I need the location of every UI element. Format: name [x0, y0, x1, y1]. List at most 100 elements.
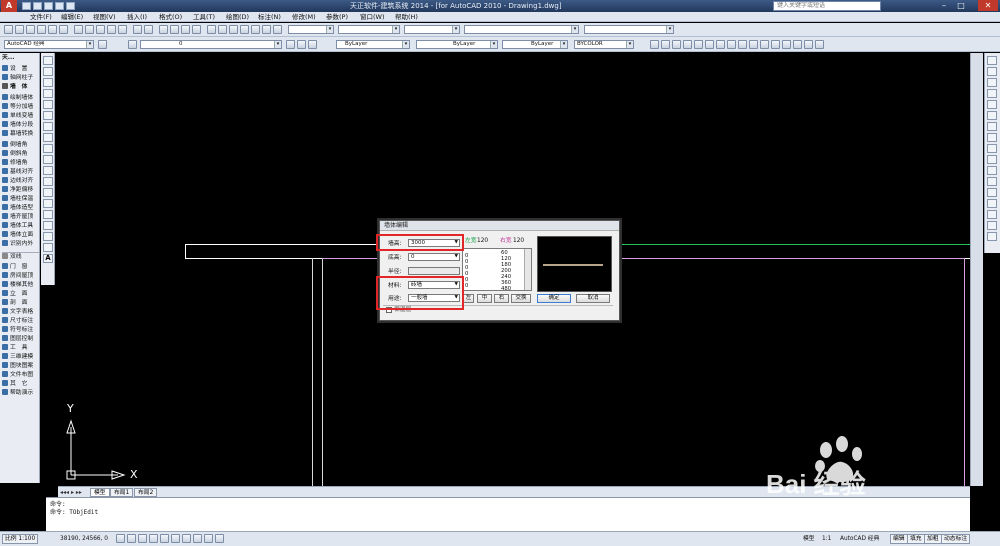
quick-properties-icon[interactable] [215, 534, 224, 543]
palette-item[interactable]: 倒斜角 [2, 150, 39, 158]
palette-item[interactable]: 墙齐屋顶 [2, 213, 39, 221]
zoom-window-icon[interactable] [181, 25, 190, 34]
workspace-combo[interactable]: AutoCAD 经典 ▾ [4, 40, 94, 49]
table-style-combo[interactable]: ▾ [404, 25, 460, 34]
menu-modify[interactable]: 修改(M) [292, 12, 316, 22]
palette-item[interactable]: 倒墙角 [2, 141, 39, 149]
status-workspace[interactable]: AutoCAD 经典 [840, 534, 879, 544]
line-icon[interactable] [43, 56, 53, 65]
offset-object-icon[interactable] [987, 89, 997, 98]
layer-combo[interactable]: 0 ▾ [140, 40, 282, 49]
table-icon[interactable] [43, 243, 53, 252]
workspace-settings-icon[interactable] [98, 40, 107, 49]
move-icon[interactable] [987, 111, 997, 120]
break-icon[interactable] [987, 188, 997, 197]
help-icon[interactable] [273, 25, 282, 34]
fillet-object-icon[interactable] [987, 221, 997, 230]
swap-button[interactable]: 交换 [511, 294, 531, 303]
dynamic-input-icon[interactable] [193, 534, 202, 543]
tab-layout2[interactable]: 布局2 [134, 488, 158, 497]
base-height-combo[interactable]: 0 ▼ [408, 253, 460, 261]
right-width-value[interactable]: 120 [513, 237, 524, 245]
ellipse-icon[interactable] [43, 155, 53, 164]
tab-layout1[interactable]: 布局1 [110, 488, 134, 497]
status-model[interactable]: 模型 [803, 534, 815, 544]
list-scrollbar[interactable] [524, 249, 531, 290]
status-bold-button[interactable]: 加粗 [924, 534, 942, 544]
status-dynamic-dim-button[interactable]: 动态标注 [941, 534, 971, 544]
palette-item[interactable]: 绘制墙体 [2, 94, 39, 102]
palette-item[interactable]: 墙 体 [2, 83, 39, 91]
revision-cloud-icon[interactable] [43, 133, 53, 142]
palette-item[interactable]: 尺寸标注 [2, 317, 39, 325]
palette-item[interactable]: 门 窗 [2, 263, 39, 271]
palette-item[interactable]: 修墙角 [2, 159, 39, 167]
dim-style-combo[interactable]: ▾ [338, 25, 400, 34]
polar-tracking-icon[interactable] [149, 534, 158, 543]
markup-icon[interactable] [251, 25, 260, 34]
layer-tool-5-icon[interactable] [694, 40, 703, 49]
palette-item[interactable]: 剖 面 [2, 299, 39, 307]
undo-icon[interactable] [55, 2, 64, 10]
insert-block-icon[interactable] [43, 177, 53, 186]
mirror-icon[interactable] [987, 78, 997, 87]
extend-icon[interactable] [987, 166, 997, 175]
align-center-button[interactable]: 中 [477, 294, 492, 303]
palette-item[interactable]: 房间屋顶 [2, 272, 39, 280]
gradient-icon[interactable] [43, 221, 53, 230]
app-logo-icon[interactable]: A [1, 0, 17, 12]
design-center-icon[interactable] [218, 25, 227, 34]
menu-edit[interactable]: 编辑(E) [61, 12, 83, 22]
tool-palettes-icon[interactable] [229, 25, 238, 34]
layer-tool-16-icon[interactable] [815, 40, 824, 49]
menu-view[interactable]: 视图(V) [93, 12, 116, 22]
circle-icon[interactable] [43, 122, 53, 131]
status-edit-button[interactable]: 编辑 [890, 534, 908, 544]
rotate-icon[interactable] [987, 122, 997, 131]
copy-icon[interactable] [85, 25, 94, 34]
ortho-mode-icon[interactable] [138, 534, 147, 543]
left-width-value[interactable]: 120 [477, 237, 488, 245]
palette-item[interactable]: 帮助演示 [2, 389, 39, 397]
layer-tool-10-icon[interactable] [749, 40, 758, 49]
make-current-icon[interactable] [286, 40, 295, 49]
stretch-icon[interactable] [987, 144, 997, 153]
new-icon[interactable] [4, 25, 13, 34]
palette-item[interactable]: 图块图案 [2, 362, 39, 370]
multileader-style-combo[interactable]: ▾ [464, 25, 579, 34]
palette-item[interactable]: 文字表格 [2, 308, 39, 316]
palette-item[interactable]: 净距偏移 [2, 186, 39, 194]
cancel-button[interactable]: 取消 [576, 294, 610, 303]
color-combo[interactable]: ByLayer ▾ [336, 40, 410, 49]
palette-item[interactable]: 图层控制 [2, 335, 39, 343]
spline-icon[interactable] [43, 144, 53, 153]
palette-item[interactable]: 工 具 [2, 344, 39, 352]
polyline-icon[interactable] [43, 78, 53, 87]
palette-item[interactable]: 边线对齐 [2, 177, 39, 185]
layer-states-icon[interactable] [308, 40, 317, 49]
palette-item[interactable]: 设 置 [2, 65, 39, 73]
paste-icon[interactable] [96, 25, 105, 34]
lineweight-display-icon[interactable] [204, 534, 213, 543]
scale-icon[interactable] [987, 133, 997, 142]
calculator-icon[interactable] [262, 25, 271, 34]
light-bulb-icon[interactable] [705, 40, 714, 49]
scale-status[interactable]: 比例 1:100 [2, 534, 39, 544]
palette-item[interactable]: 幕墙转换 [2, 130, 39, 138]
align-left-button[interactable]: 左 [463, 294, 474, 303]
palette-item[interactable]: 墙体造型 [2, 204, 39, 212]
style-combo[interactable]: ▾ [584, 25, 674, 34]
polygon-icon[interactable] [43, 89, 53, 98]
lineweight-combo[interactable]: ByLayer ▾ [502, 40, 568, 49]
block-editor-icon[interactable] [118, 25, 127, 34]
rectangle-icon[interactable] [43, 100, 53, 109]
array-icon[interactable] [987, 100, 997, 109]
layer-tool-15-icon[interactable] [804, 40, 813, 49]
ellipse-arc-icon[interactable] [43, 166, 53, 175]
layer-tool-8-icon[interactable] [727, 40, 736, 49]
linetype-combo[interactable]: ByLayer ▾ [416, 40, 498, 49]
copy-object-icon[interactable] [987, 67, 997, 76]
text-style-combo[interactable]: ▾ [288, 25, 334, 34]
align-right-button[interactable]: 右 [494, 294, 509, 303]
palette-item[interactable]: 墙体立面 [2, 231, 39, 239]
